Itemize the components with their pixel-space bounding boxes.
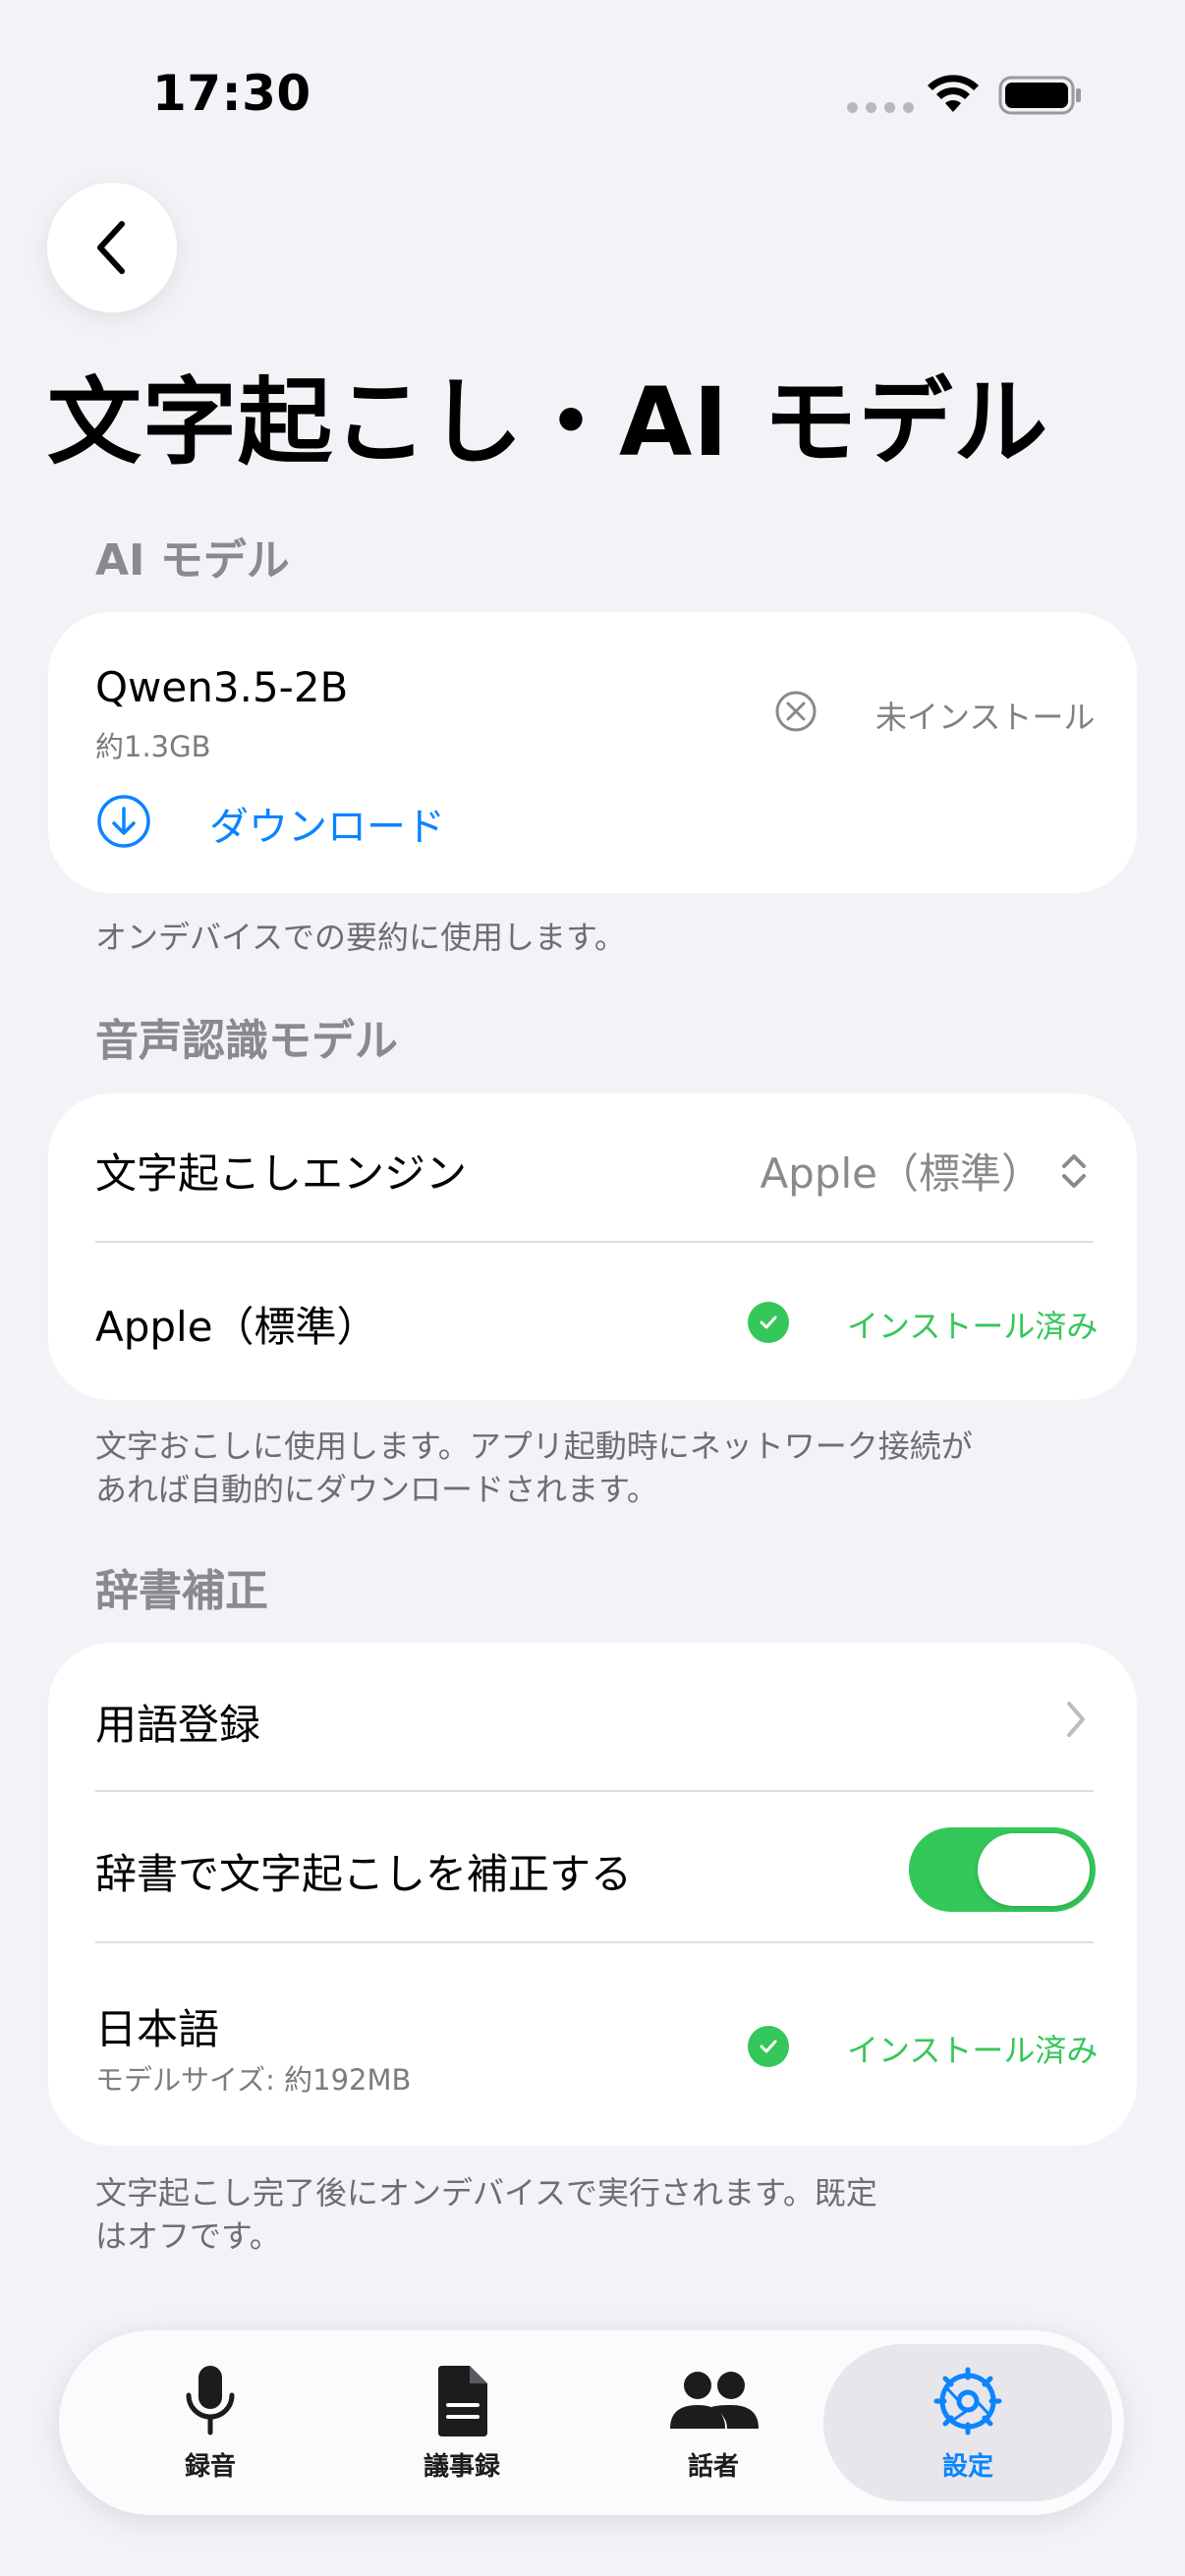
settings-page: 17:30 文字起こし・AI モデル AI モデル Qwen3.5-2B 約1.… [0,0,1185,2576]
correction-toggle[interactable] [909,1827,1096,1912]
model-name: Qwen3.5-2B [95,663,349,711]
microphone-icon [186,2365,235,2435]
term-registration-label: 用語登録 [95,1701,261,1749]
gear-icon [933,2367,1002,2435]
engine-label: 文字起こしエンジン [95,1149,468,1198]
ai-model-card: Qwen3.5-2B 約1.3GB 未インストール ダウンロード [48,612,1137,893]
tab-bar: 録音 議事録 話者 設定 [59,2330,1124,2515]
term-registration-row[interactable]: 用語登録 [48,1643,1137,1792]
ai-model-footnote: オンデバイスでの要約に使用します。 [95,919,626,956]
tab-label: 議事録 [423,2451,500,2482]
section-header-speech-model: 音声認識モデル [95,1016,398,1066]
chevron-left-icon [97,221,125,274]
download-label: ダウンロード [209,805,445,850]
dictionary-footnote-line2: はオフです。 [95,2217,281,2255]
apple-model-label: Apple（標準） [95,1303,378,1351]
tab-recording[interactable]: 録音 [85,2330,336,2515]
dictionary-card: 用語登録 辞書で文字起こしを補正する 日本語 モデルサイズ: 約192MB イン… [48,1643,1137,2146]
not-installed-icon [775,691,817,732]
correction-toggle-label: 辞書で文字起こしを補正する [95,1850,633,1898]
installed-check-icon [748,1302,789,1343]
tab-speakers[interactable]: 話者 [588,2330,839,2515]
divider [95,1790,1094,1792]
language-model-size: モデルサイズ: 約192MB [95,2063,412,2097]
tab-minutes[interactable]: 議事録 [336,2330,588,2515]
people-icon [670,2371,759,2429]
install-status: 未インストール [875,699,1096,736]
wifi-icon [928,75,979,112]
section-header-dictionary: 辞書補正 [95,1566,268,1616]
chevron-right-icon [1067,1702,1085,1737]
divider [95,1241,1094,1243]
dictionary-footnote-line1: 文字起こし完了後にオンデバイスで実行されます。既定 [95,2174,877,2212]
speech-model-footnote: 文字おこしに使用します。アプリ起動時にネットワーク接続が あれば自動的にダウンロ… [95,1425,1078,1511]
tab-label: 設定 [941,2451,993,2482]
divider [95,1941,1094,1943]
engine-picker-row[interactable]: 文字起こしエンジン Apple（標準） [48,1093,1137,1243]
document-icon [438,2365,487,2436]
chevron-up-down-icon [1062,1154,1086,1188]
battery-icon [998,76,1081,115]
engine-value: Apple（標準） [760,1149,1043,1198]
page-title: 文字起こし・AI モデル [47,367,1049,477]
speech-model-card: 文字起こしエンジン Apple（標準） Apple（標準） インストール済み [48,1093,1137,1400]
dictionary-footnote: 文字起こし完了後にオンデバイスで実行されます。既定 はオフです。 [95,2171,1078,2258]
section-header-ai-model: AI モデル [95,535,290,586]
tab-settings[interactable]: 設定 [823,2344,1112,2501]
installed-check-icon [748,2026,789,2067]
speech-footnote-line2: あれば自動的にダウンロードされます。 [95,1471,658,1508]
download-icon [97,795,150,848]
model-size: 約1.3GB [95,730,211,763]
status-time: 17:30 [152,65,311,122]
language-label: 日本語 [95,2005,220,2053]
apple-install-status: インストール済み [847,1308,1099,1345]
signal-dots-icon [847,102,914,113]
speech-footnote-line1: 文字おこしに使用します。アプリ起動時にネットワーク接続が [95,1428,973,1465]
tab-label: 話者 [687,2451,739,2482]
language-install-status: インストール済み [847,2032,1099,2069]
download-button[interactable]: ダウンロード [95,781,508,860]
back-button[interactable] [47,183,177,312]
toggle-knob [978,1833,1090,1906]
tab-label: 録音 [184,2451,236,2482]
status-bar: 17:30 [0,0,1185,187]
